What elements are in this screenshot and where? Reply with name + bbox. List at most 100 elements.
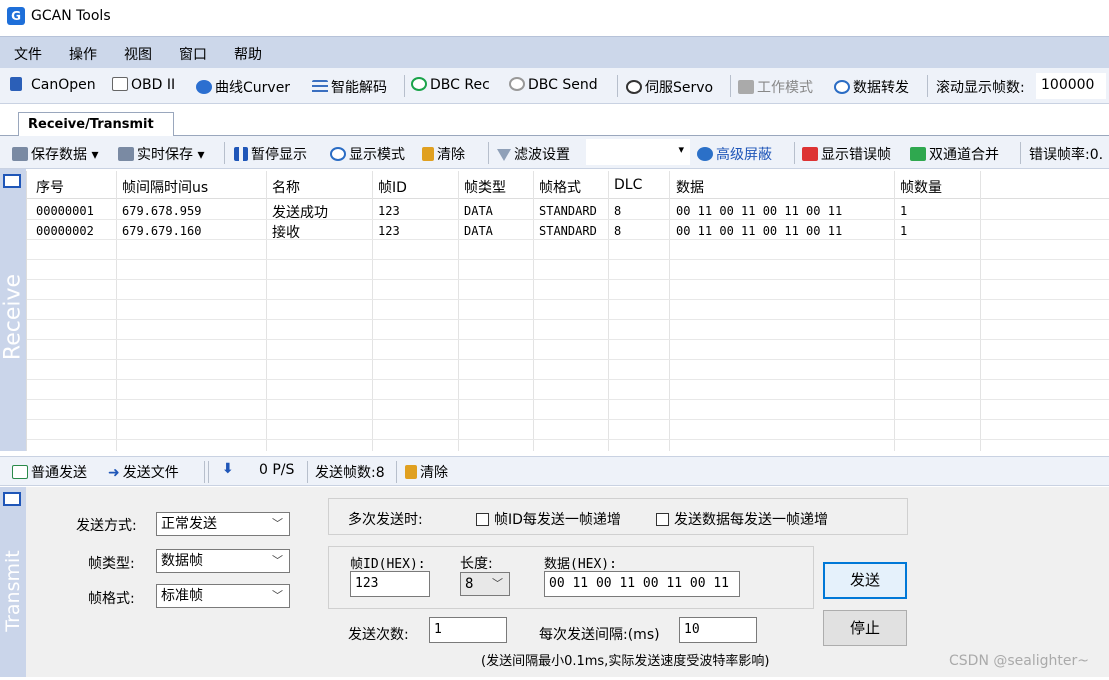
app-logo-icon: G: [7, 7, 25, 25]
panel-toggle-icon[interactable]: [3, 492, 21, 506]
receive-grid[interactable]: 序号 帧间隔时间us 名称 帧ID 帧类型 帧格式 DLC 数据 帧数量 000…: [26, 171, 1109, 451]
filter-dropdown[interactable]: ▾: [586, 139, 690, 165]
menu-help[interactable]: 帮助: [234, 44, 262, 64]
menu-file[interactable]: 文件: [14, 44, 42, 64]
interval-label: 每次发送间隔:(ms): [539, 627, 660, 643]
frame-format-label: 帧格式:: [88, 591, 135, 607]
dbc-rec-button[interactable]: DBC Rec: [411, 77, 490, 93]
chevron-down-icon: ﹀: [272, 554, 283, 567]
separator: [794, 142, 795, 164]
column-divider: [116, 171, 117, 451]
column-header[interactable]: 帧类型: [464, 177, 506, 197]
arrow-down-icon[interactable]: ⬇: [222, 461, 234, 477]
menu-window[interactable]: 窗口: [179, 44, 207, 64]
show-error-frames-button[interactable]: 显示错误帧: [802, 144, 891, 164]
save-icon: [12, 147, 28, 161]
realtime-save-button[interactable]: 实时保存 ▾: [118, 144, 204, 164]
broom-icon: [405, 465, 417, 479]
column-header[interactable]: 序号: [36, 177, 64, 197]
save-icon: [118, 147, 134, 161]
column-divider: [458, 171, 459, 451]
filter-icon: [497, 149, 511, 161]
row-line: [27, 259, 1109, 260]
id-increment-checkbox[interactable]: 帧ID每发送一帧递增: [476, 509, 621, 529]
sent-frames-label: 发送帧数:8: [315, 465, 385, 481]
length-label: 长度:: [460, 556, 493, 572]
frame-id-input[interactable]: 123: [350, 571, 430, 597]
send-mode-select[interactable]: 正常发送 ﹀: [156, 512, 290, 536]
advanced-mask-button[interactable]: 高级屏蔽: [697, 144, 772, 164]
menu-view[interactable]: 视图: [124, 44, 152, 64]
clear-send-button[interactable]: 清除: [405, 462, 448, 482]
separator: [404, 75, 405, 97]
row-line: [27, 399, 1109, 400]
frame-format-select[interactable]: 标准帧 ﹀: [156, 584, 290, 608]
frame-type-select[interactable]: 数据帧 ﹀: [156, 549, 290, 573]
work-mode-button[interactable]: 工作模式: [738, 77, 813, 97]
separator: [208, 461, 209, 483]
canopen-button[interactable]: CanOpen: [10, 77, 96, 93]
obd-icon: [112, 77, 128, 91]
data-forward-button[interactable]: 数据转发: [834, 77, 909, 97]
data-increment-checkbox[interactable]: 发送数据每发送一帧递增: [656, 509, 828, 529]
send-count-input[interactable]: 1: [429, 617, 507, 643]
send-mode-label: 发送方式:: [76, 518, 137, 534]
column-divider: [372, 171, 373, 451]
row-line: [27, 299, 1109, 300]
transmit-toolbar: 普通发送 ➜ 发送文件 ⬇ 0 P/S 发送帧数:8 清除: [0, 456, 1109, 486]
interval-input[interactable]: 10: [679, 617, 757, 643]
interval-note: (发送间隔最小0.1ms,实际发送速度受波特率影响): [481, 654, 770, 669]
refresh-icon: [411, 77, 427, 91]
normal-send-button[interactable]: 普通发送: [12, 462, 87, 482]
smart-decode-button[interactable]: 智能解码: [312, 77, 387, 97]
tab-receive-transmit[interactable]: Receive/Transmit: [18, 112, 174, 137]
data-hex-input[interactable]: 00 11 00 11 00 11 00 11: [544, 571, 740, 597]
send-button[interactable]: 发送: [823, 562, 907, 599]
checkbox-icon: [656, 513, 669, 526]
separator: [927, 75, 928, 97]
length-select[interactable]: 8 ﹀: [460, 572, 510, 596]
transmit-label: Transmit: [2, 550, 24, 632]
multi-send-label: 多次发送时:: [348, 512, 423, 528]
stop-button[interactable]: 停止: [823, 610, 907, 646]
menu-bar: 文件 操作 视图 窗口 帮助: [0, 36, 1109, 68]
column-header[interactable]: DLC: [614, 177, 642, 193]
curver-button[interactable]: 曲线Curver: [196, 77, 290, 97]
merge-channels-button[interactable]: 双通道合并: [910, 144, 999, 164]
row-line: [27, 219, 1109, 220]
servo-button[interactable]: 伺服Servo: [626, 77, 713, 97]
column-header[interactable]: 帧格式: [539, 177, 581, 197]
save-data-button[interactable]: 保存数据 ▾: [12, 144, 98, 164]
chevron-down-icon: ﹀: [272, 589, 283, 602]
column-header[interactable]: 数据: [676, 177, 704, 197]
column-header[interactable]: 帧ID: [378, 177, 407, 197]
filter-settings-button[interactable]: 滤波设置: [497, 144, 570, 164]
user-mask-icon: [697, 147, 713, 161]
obd-button[interactable]: OBD II: [112, 77, 175, 93]
error-rate-label: 错误帧率:0.: [1029, 147, 1104, 163]
chevron-down-icon: ﹀: [492, 577, 503, 590]
separator: [488, 142, 489, 164]
column-header[interactable]: 名称: [272, 177, 300, 197]
scroll-frames-input[interactable]: 100000: [1036, 73, 1106, 99]
row-line: [27, 379, 1109, 380]
column-divider: [533, 171, 534, 451]
separator: [307, 461, 308, 483]
send-file-button[interactable]: ➜ 发送文件: [108, 462, 179, 482]
tab-strip: Receive/Transmit: [0, 104, 1109, 137]
column-divider: [608, 171, 609, 451]
dbc-send-button[interactable]: DBC Send: [509, 77, 598, 93]
panel-toggle-icon[interactable]: [3, 174, 21, 188]
transmit-panel: 发送方式: 正常发送 ﹀ 帧类型: 数据帧 ﹀ 帧格式: 标准帧 ﹀ 多次发送时: 帧…: [26, 487, 1109, 677]
menu-operate[interactable]: 操作: [69, 44, 97, 64]
column-header[interactable]: 帧间隔时间us: [122, 177, 208, 197]
chevron-down-icon: ﹀: [272, 517, 283, 530]
canopen-icon: [10, 77, 22, 91]
pause-button[interactable]: 暂停显示: [234, 144, 307, 164]
send-icon: [12, 465, 28, 479]
display-mode-button[interactable]: 显示模式: [330, 144, 405, 164]
grid-header: 序号 帧间隔时间us 名称 帧ID 帧类型 帧格式 DLC 数据 帧数量: [27, 171, 1109, 199]
clear-button[interactable]: 清除: [422, 144, 465, 164]
column-header[interactable]: 帧数量: [900, 177, 942, 197]
scroll-frames-label: 滚动显示帧数:: [936, 80, 1025, 96]
